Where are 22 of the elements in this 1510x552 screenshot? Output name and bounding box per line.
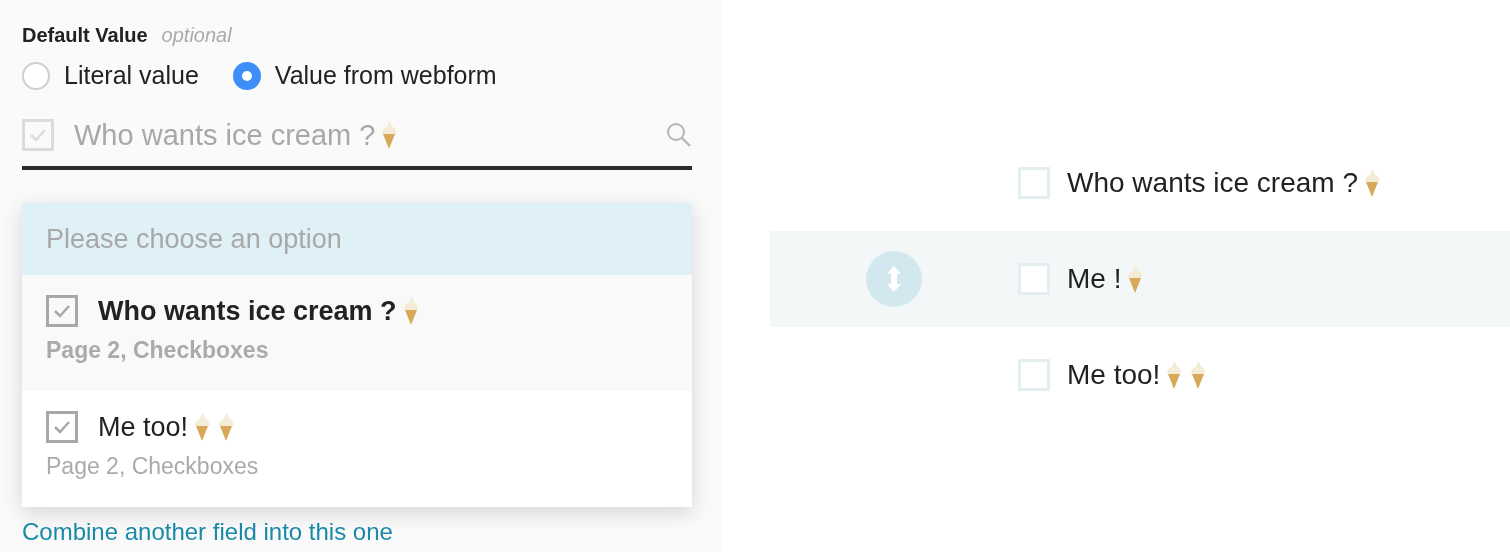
checkbox[interactable] [1018, 359, 1050, 391]
dropdown-option[interactable]: Who wants ice cream ? Page 2, Checkboxes [22, 275, 692, 391]
optional-hint: optional [161, 24, 232, 47]
checkbox[interactable] [1018, 263, 1050, 295]
search-icon[interactable] [666, 122, 692, 148]
dropdown-option[interactable]: Me too! Page 2, Checkboxes [22, 391, 692, 507]
option-label: Who wants ice cream ? [98, 295, 397, 327]
checkbox-label[interactable]: Who wants ice cream ? [1067, 167, 1358, 199]
drag-handle-icon[interactable] [866, 251, 922, 307]
radio-button[interactable] [22, 61, 50, 90]
option-source: Page 2, Checkboxes [46, 337, 270, 364]
ice-cream-icon [1362, 168, 1382, 198]
combine-field-link[interactable]: Combine another field into this one [22, 518, 692, 546]
field-label: Default Value [22, 24, 148, 47]
checkbox-label[interactable]: Me too! [1067, 359, 1161, 391]
checkbox[interactable] [1018, 167, 1050, 199]
radio-label[interactable]: Value from webform [274, 61, 497, 90]
radio-button[interactable] [232, 61, 261, 90]
option-label: Me too! [98, 411, 189, 443]
radio-label[interactable]: Literal value [64, 61, 199, 90]
option-source: Page 2, Checkboxes [46, 453, 260, 480]
checkbox-label[interactable]: Me ! [1067, 263, 1122, 295]
